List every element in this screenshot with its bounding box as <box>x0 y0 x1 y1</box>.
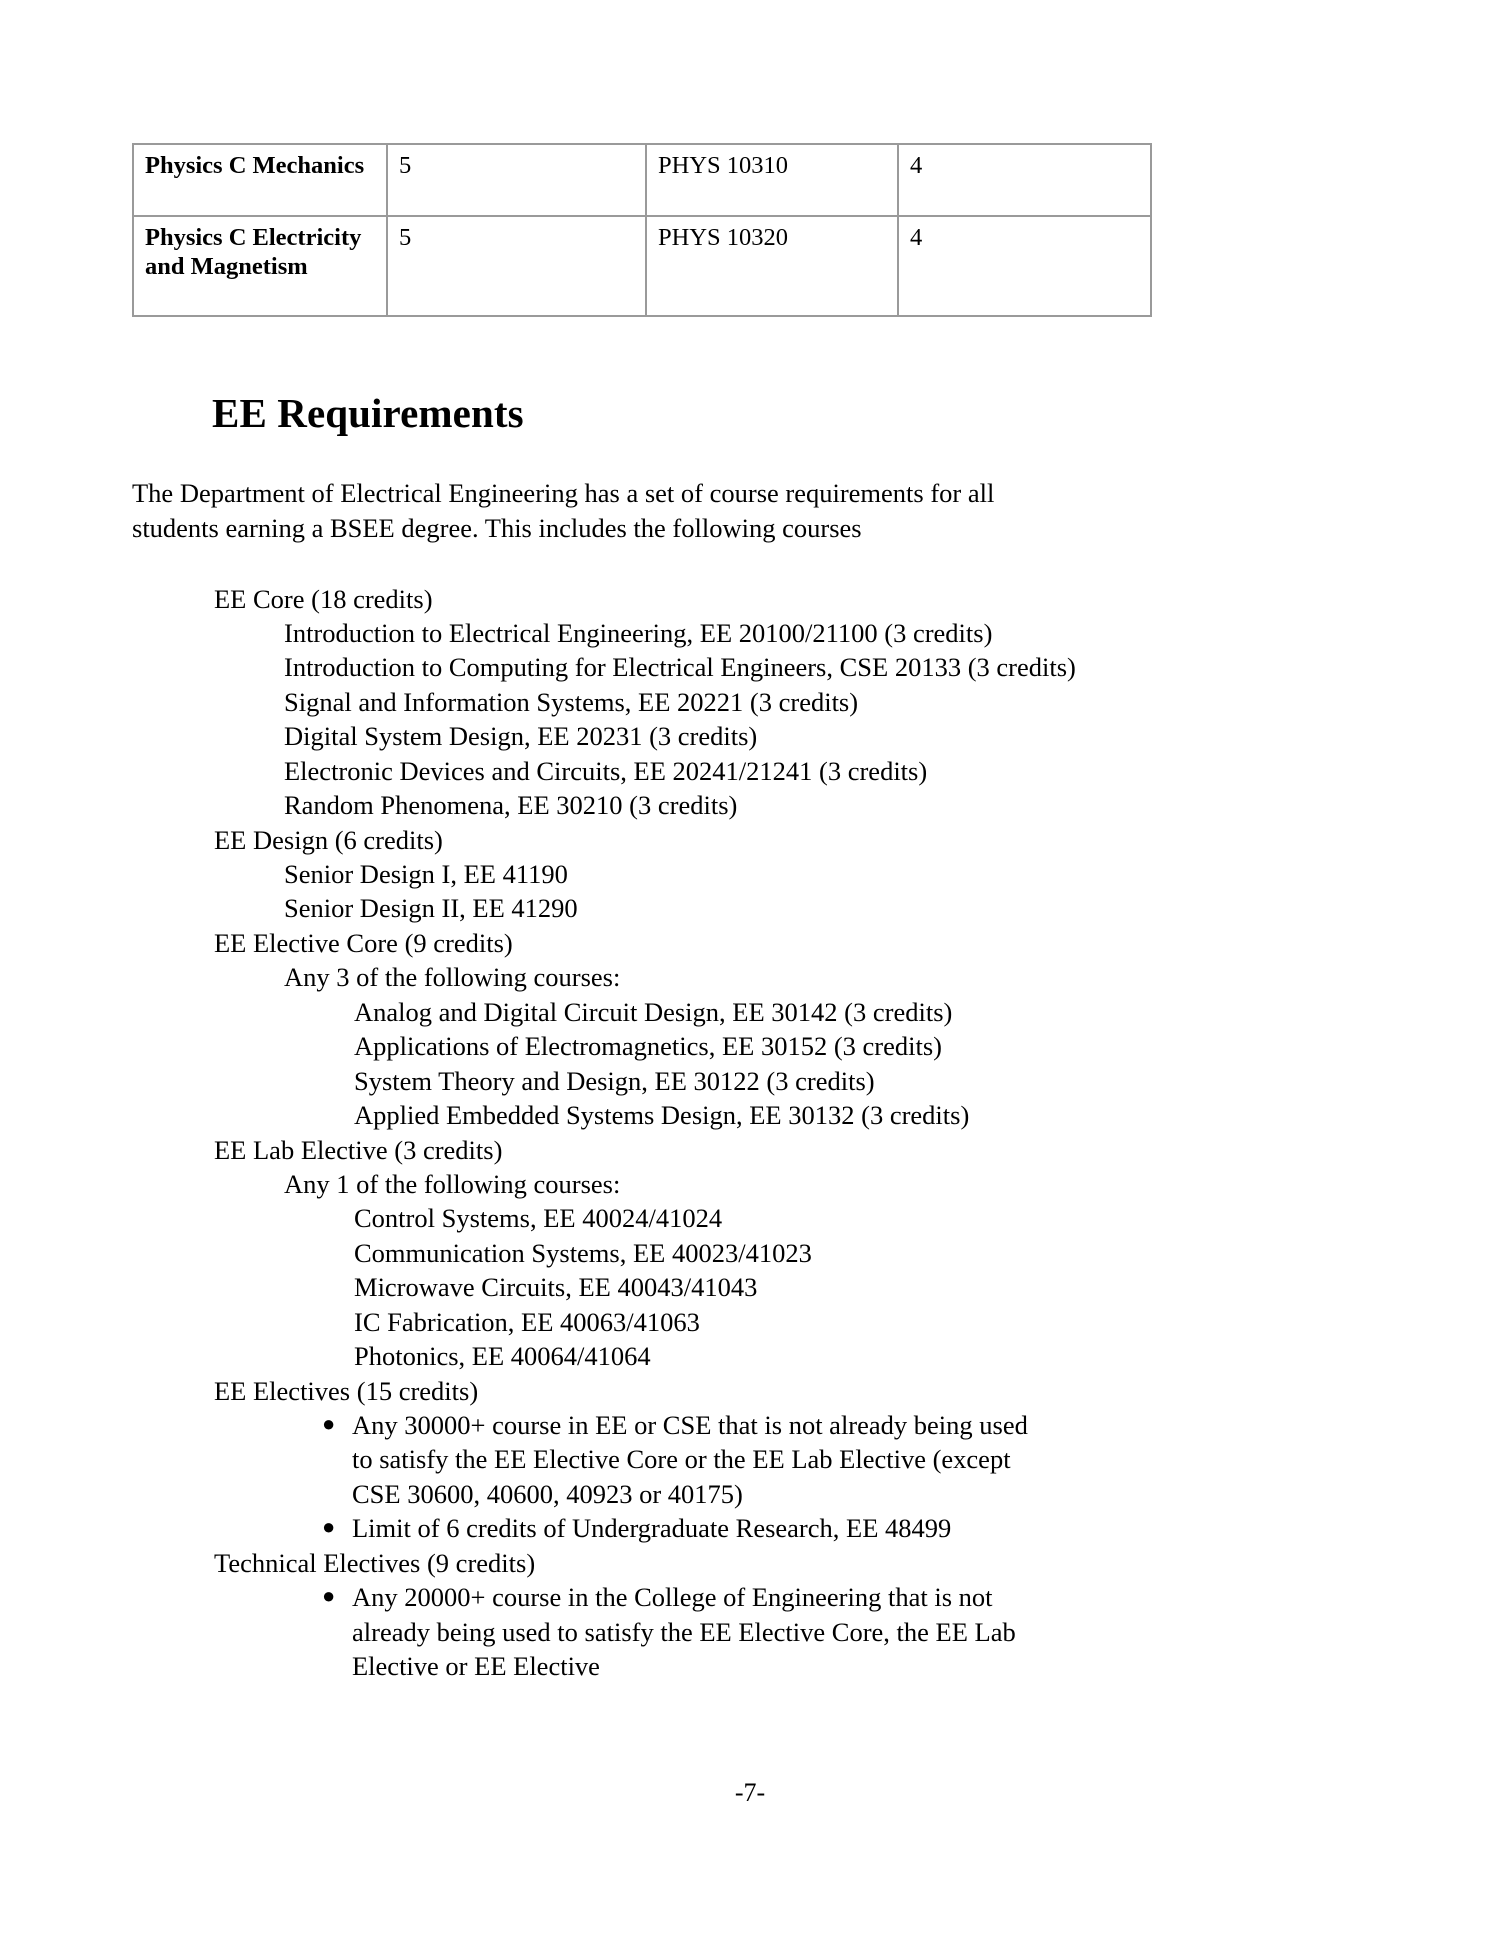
intro-paragraph: The Department of Electrical Engineering… <box>132 478 995 543</box>
group-title-ee-design: EE Design (6 credits) <box>214 824 443 855</box>
group-title-ee-electives: EE Electives (15 credits) <box>214 1375 479 1406</box>
group-title-ee-lab-elective: EE Lab Elective (3 credits) <box>214 1134 503 1165</box>
list-item: Electronic Devices and Circuits, EE 2024… <box>284 755 928 786</box>
table-cell-course-code: PHYS 10310 <box>645 143 899 217</box>
list-item: Applied Embedded Systems Design, EE 3013… <box>354 1100 970 1131</box>
bullet-list-item: ● Any 20000+ course in the College of En… <box>322 1580 1062 1683</box>
list-item: Introduction to Electrical Engineering, … <box>284 617 993 648</box>
group-title-technical-electives: Technical Electives (9 credits) <box>214 1547 536 1578</box>
list-item: Senior Design I, EE 41190 <box>284 859 568 889</box>
table-cell-exam-name: Physics C Electricity and Magnetism <box>132 215 388 317</box>
table-row: Physics C Electricity and Magnetism 5 PH… <box>132 215 1152 317</box>
table-row: Physics C Mechanics 5 PHYS 10310 4 <box>132 143 1152 217</box>
list-item: Microwave Circuits, EE 40043/41043 <box>354 1272 758 1303</box>
bullet-list-item: ● Any 30000+ course in EE or CSE that is… <box>322 1408 1062 1511</box>
ap-credit-table: Physics C Mechanics 5 PHYS 10310 4 Physi… <box>132 143 1152 317</box>
list-item: Photonics, EE 40064/41064 <box>354 1341 651 1372</box>
list-item: Random Phenomena, EE 30210 (3 credits) <box>284 790 738 821</box>
bullet-text: Any 20000+ course in the College of Engi… <box>352 1582 1016 1682</box>
group-title-ee-core: EE Core (18 credits) <box>214 583 433 614</box>
table-cell-credits: 4 <box>897 143 1152 217</box>
bullet-text: Limit of 6 credits of Undergraduate Rese… <box>352 1513 952 1544</box>
table-cell-score: 5 <box>386 215 647 317</box>
list-item: System Theory and Design, EE 30122 (3 cr… <box>354 1065 875 1096</box>
list-item: Introduction to Computing for Electrical… <box>284 652 1076 683</box>
list-item: Digital System Design, EE 20231 (3 credi… <box>284 721 758 752</box>
page-title: EE Requirements <box>212 390 524 436</box>
table-cell-score: 5 <box>386 143 647 217</box>
list-item: Analog and Digital Circuit Design, EE 30… <box>354 996 953 1027</box>
table-cell-credits: 4 <box>897 215 1152 317</box>
bullet-icon: ● <box>322 1411 336 1436</box>
page-content: Physics C Mechanics 5 PHYS 10310 4 Physi… <box>132 0 1152 1684</box>
table-cell-course-code: PHYS 10320 <box>645 215 899 317</box>
list-item: IC Fabrication, EE 40063/41063 <box>354 1306 700 1337</box>
table-cell-exam-name: Physics C Mechanics <box>132 143 388 217</box>
bullet-icon: ● <box>322 1514 336 1540</box>
bullet-icon: ● <box>322 1583 336 1609</box>
list-item: Signal and Information Systems, EE 20221… <box>284 686 859 717</box>
document-page: Physics C Mechanics 5 PHYS 10310 4 Physi… <box>0 0 1500 1942</box>
list-subtitle: Any 3 of the following courses: <box>284 962 621 993</box>
bullet-text: Any 30000+ course in EE or CSE that is n… <box>352 1410 1028 1509</box>
list-item: Control Systems, EE 40024/41024 <box>354 1203 723 1234</box>
requirements-outline: EE Core (18 credits) Introduction to Ele… <box>132 582 1076 1684</box>
list-subtitle: Any 1 of the following courses: <box>284 1168 621 1199</box>
bullet-list-item: ● Limit of 6 credits of Undergraduate Re… <box>322 1511 1062 1545</box>
list-item: Communication Systems, EE 40023/41023 <box>354 1237 812 1268</box>
page-number: -7- <box>734 1778 766 1807</box>
group-title-ee-elective-core: EE Elective Core (9 credits) <box>214 927 513 958</box>
list-item: Senior Design II, EE 41290 <box>284 893 578 924</box>
list-item: Applications of Electromagnetics, EE 301… <box>354 1031 942 1062</box>
